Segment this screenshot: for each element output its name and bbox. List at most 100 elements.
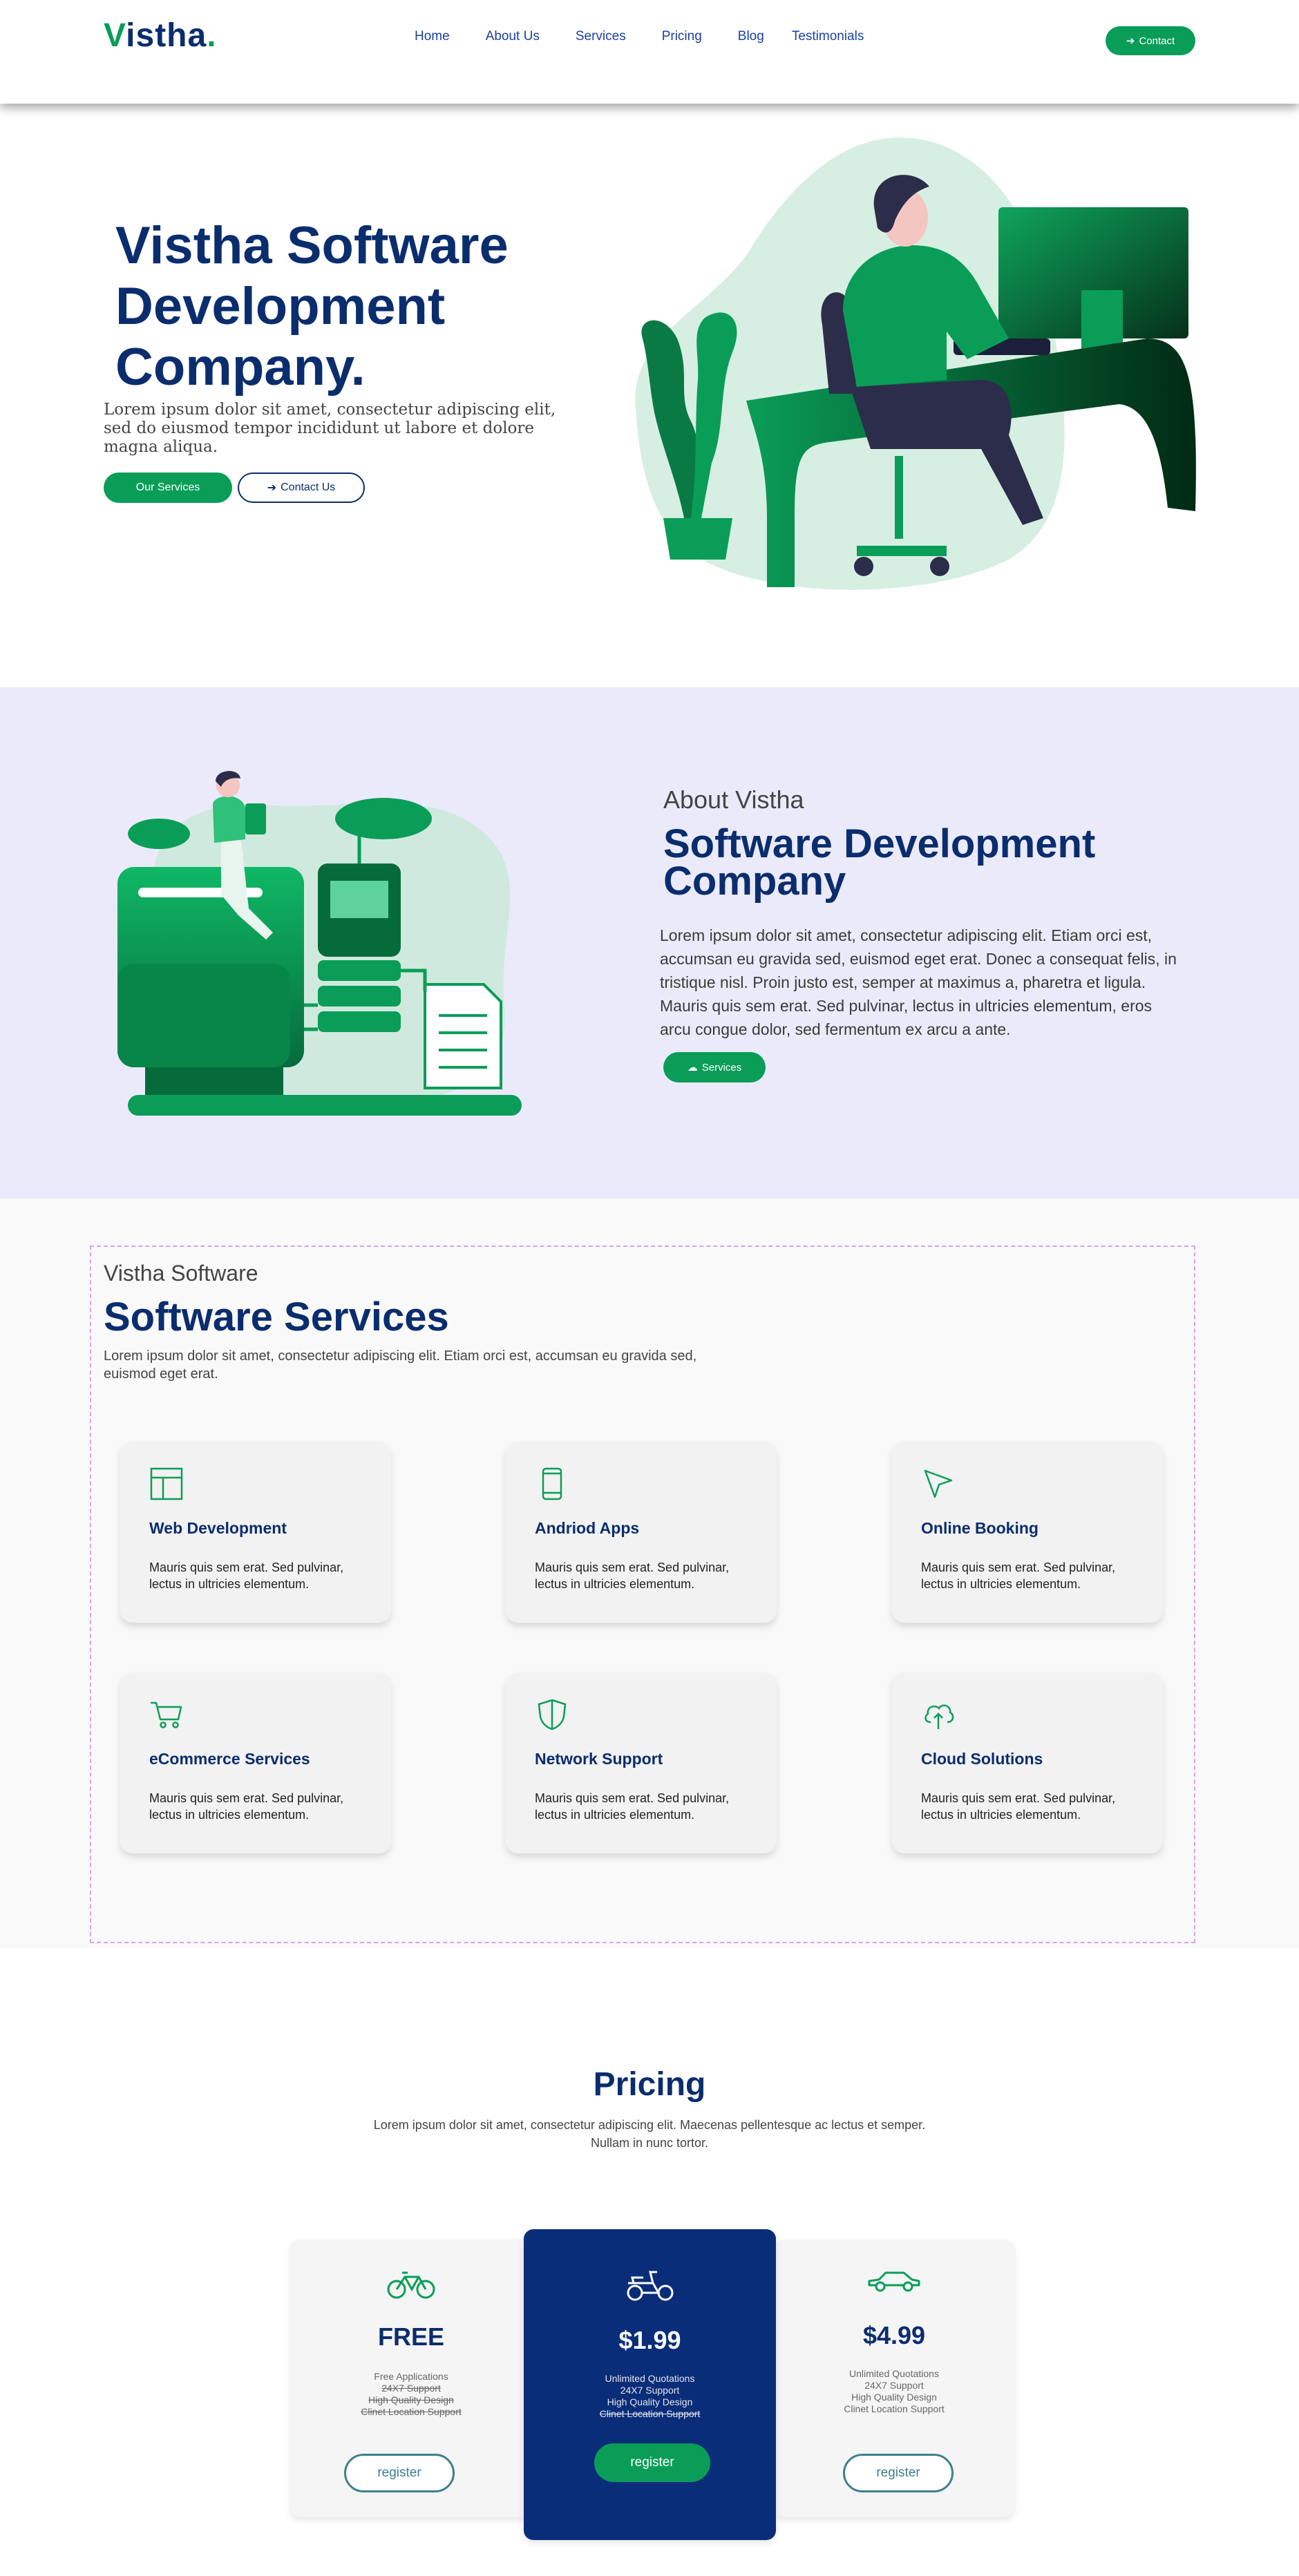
about-text: Lorem ipsum dolor sit amet, consectetur … xyxy=(660,926,1177,1038)
register-button[interactable]: register xyxy=(344,2454,455,2492)
nav-link-services[interactable]: Services xyxy=(576,29,626,44)
car-icon xyxy=(868,2271,920,2292)
hero-section: Vistha Software Development Company. Lor… xyxy=(0,104,1299,687)
service-card-title: eCommerce Services xyxy=(149,1750,310,1768)
scooter-icon xyxy=(627,2271,673,2301)
nav-link-pricing[interactable]: Pricing xyxy=(662,29,702,44)
plan-feature: High Quality Design xyxy=(368,2394,454,2405)
phone-icon xyxy=(542,1467,562,1500)
monitor-stand xyxy=(1081,290,1123,352)
plan-price: $4.99 xyxy=(862,2321,926,2349)
shield-icon xyxy=(538,1699,567,1730)
document-icon xyxy=(424,983,502,1089)
contact-us-button[interactable]: ➔ Contact Us xyxy=(238,473,365,503)
service-card-online-booking[interactable]: Online Booking Mauris quis sem erat. Sed… xyxy=(892,1442,1163,1623)
about-illustration xyxy=(117,771,522,1116)
logo-text: istha xyxy=(126,17,207,54)
plan-feature: Free Applications xyxy=(374,2371,448,2382)
layout-icon xyxy=(150,1467,183,1500)
nav-link-blog[interactable]: Blog xyxy=(738,29,764,44)
pricing-title: Pricing xyxy=(593,2066,706,2103)
plan-price: $1.99 xyxy=(618,2326,681,2354)
chair-base xyxy=(857,546,947,556)
pricing-card-basic: $1.99 Unlimited Quotations 24X7 Support … xyxy=(524,2229,776,2540)
contact-us-label: Contact Us xyxy=(281,481,336,493)
services-title: Software Services xyxy=(104,1295,449,1339)
cloud-shape xyxy=(128,819,190,849)
plan-price: FREE xyxy=(377,2322,444,2351)
cloud-upload-icon xyxy=(925,1704,954,1729)
site-header: Vistha. Home About Us Services Pricing B… xyxy=(0,0,1299,104)
service-card-text: Mauris quis sem erat. Sed pulvinar, lect… xyxy=(535,1561,730,1591)
service-card-title: Cloud Solutions xyxy=(921,1750,1043,1768)
plan-feature: Clinet Location Support xyxy=(599,2408,701,2419)
service-card-title: Web Development xyxy=(149,1519,287,1537)
service-card-android-apps[interactable]: Andriod Apps Mauris quis sem erat. Sed p… xyxy=(506,1442,777,1623)
cloud-shape xyxy=(335,798,432,839)
plan-feature: Clinet Location Support xyxy=(844,2403,945,2414)
about-section: About Vistha Software Development Compan… xyxy=(0,687,1299,1199)
db-disk xyxy=(318,1011,401,1032)
bicycle-icon xyxy=(387,2271,435,2299)
plan-feature: High Quality Design xyxy=(851,2392,937,2403)
nav-link-testimonials[interactable]: Testimonials xyxy=(792,29,864,44)
plan-features: Free Applications 24X7 Support High Qual… xyxy=(290,2371,532,2418)
contact-button-label: Contact xyxy=(1139,35,1175,47)
plan-feature: 24X7 Support xyxy=(620,2385,680,2396)
chair-wheel xyxy=(854,557,873,576)
service-card-ecommerce[interactable]: eCommerce Services Mauris quis sem erat.… xyxy=(120,1672,391,1853)
services-section: Vistha Software Software Services Lorem … xyxy=(0,1199,1299,1948)
plan-feature: Clinet Location Support xyxy=(361,2406,462,2417)
contact-button[interactable]: ➔ Contact xyxy=(1106,26,1195,55)
cloud-icon: ☁ xyxy=(687,1062,698,1074)
plan-feature: 24X7 Support xyxy=(381,2383,441,2394)
logo-letter: V xyxy=(104,17,126,54)
hero-illustration xyxy=(635,137,1196,590)
db-disk xyxy=(318,960,401,981)
plan-feature: 24X7 Support xyxy=(864,2380,924,2391)
logo[interactable]: Vistha. xyxy=(104,17,217,55)
server-base xyxy=(145,1067,283,1095)
chair-pole xyxy=(895,456,903,539)
hero-title: Vistha Software Development Company. xyxy=(115,216,509,397)
service-card-network-support[interactable]: Network Support Mauris quis sem erat. Se… xyxy=(506,1672,777,1853)
chair-wheel xyxy=(930,557,949,576)
logo-dot: . xyxy=(207,17,217,54)
plant-pot xyxy=(663,518,732,560)
service-card-text: Mauris quis sem erat. Sed pulvinar, lect… xyxy=(149,1791,344,1822)
plan-features: Unlimited Quotations 24X7 Support High Q… xyxy=(524,2373,776,2420)
plan-feature: High Quality Design xyxy=(607,2396,693,2407)
about-kicker: About Vistha xyxy=(663,785,804,814)
nav-link-home[interactable]: Home xyxy=(415,29,450,44)
pricing-section: Pricing Lorem ipsum dolor sit amet, cons… xyxy=(0,1948,1299,2576)
service-card-text: Mauris quis sem erat. Sed pulvinar, lect… xyxy=(921,1561,1116,1591)
service-card-cloud-solutions[interactable]: Cloud Solutions Mauris quis sem erat. Se… xyxy=(892,1672,1163,1853)
tablet xyxy=(245,803,266,834)
plan-feature: Unlimited Quotations xyxy=(605,2373,695,2384)
service-card-text: Mauris quis sem erat. Sed pulvinar, lect… xyxy=(921,1791,1116,1822)
cart-icon xyxy=(151,1701,182,1728)
plan-feature: Unlimited Quotations xyxy=(849,2368,939,2379)
our-services-label: Our Services xyxy=(135,481,200,493)
floor-bar xyxy=(128,1095,522,1116)
about-services-label: Services xyxy=(701,1061,742,1074)
register-label: register xyxy=(377,2465,421,2480)
plan-features: Unlimited Quotations 24X7 Support High Q… xyxy=(774,2368,1014,2415)
register-button[interactable]: register xyxy=(843,2454,954,2492)
register-label: register xyxy=(630,2455,674,2470)
service-card-text: Mauris quis sem erat. Sed pulvinar, lect… xyxy=(535,1791,730,1822)
db-disk xyxy=(318,986,401,1006)
about-title: Software Development Company xyxy=(663,821,1096,904)
service-card-title: Network Support xyxy=(535,1750,663,1768)
our-services-button[interactable]: Our Services xyxy=(104,473,232,503)
pricing-intro: Lorem ipsum dolor sit amet, consectetur … xyxy=(373,2118,926,2150)
register-button[interactable]: register xyxy=(594,2443,710,2482)
person-body xyxy=(213,796,245,843)
services-intro: Lorem ipsum dolor sit amet, consectetur … xyxy=(104,1348,697,1382)
pricing-card-free: FREE Free Applications 24X7 Support High… xyxy=(290,2240,532,2517)
cursor-icon xyxy=(924,1469,953,1498)
nav-link-about[interactable]: About Us xyxy=(486,29,540,44)
service-card-web-development[interactable]: Web Development Mauris quis sem erat. Se… xyxy=(120,1442,391,1623)
about-services-button[interactable]: ☁ Services xyxy=(663,1052,766,1082)
hero-text: Lorem ipsum dolor sit amet, consectetur … xyxy=(104,401,556,456)
